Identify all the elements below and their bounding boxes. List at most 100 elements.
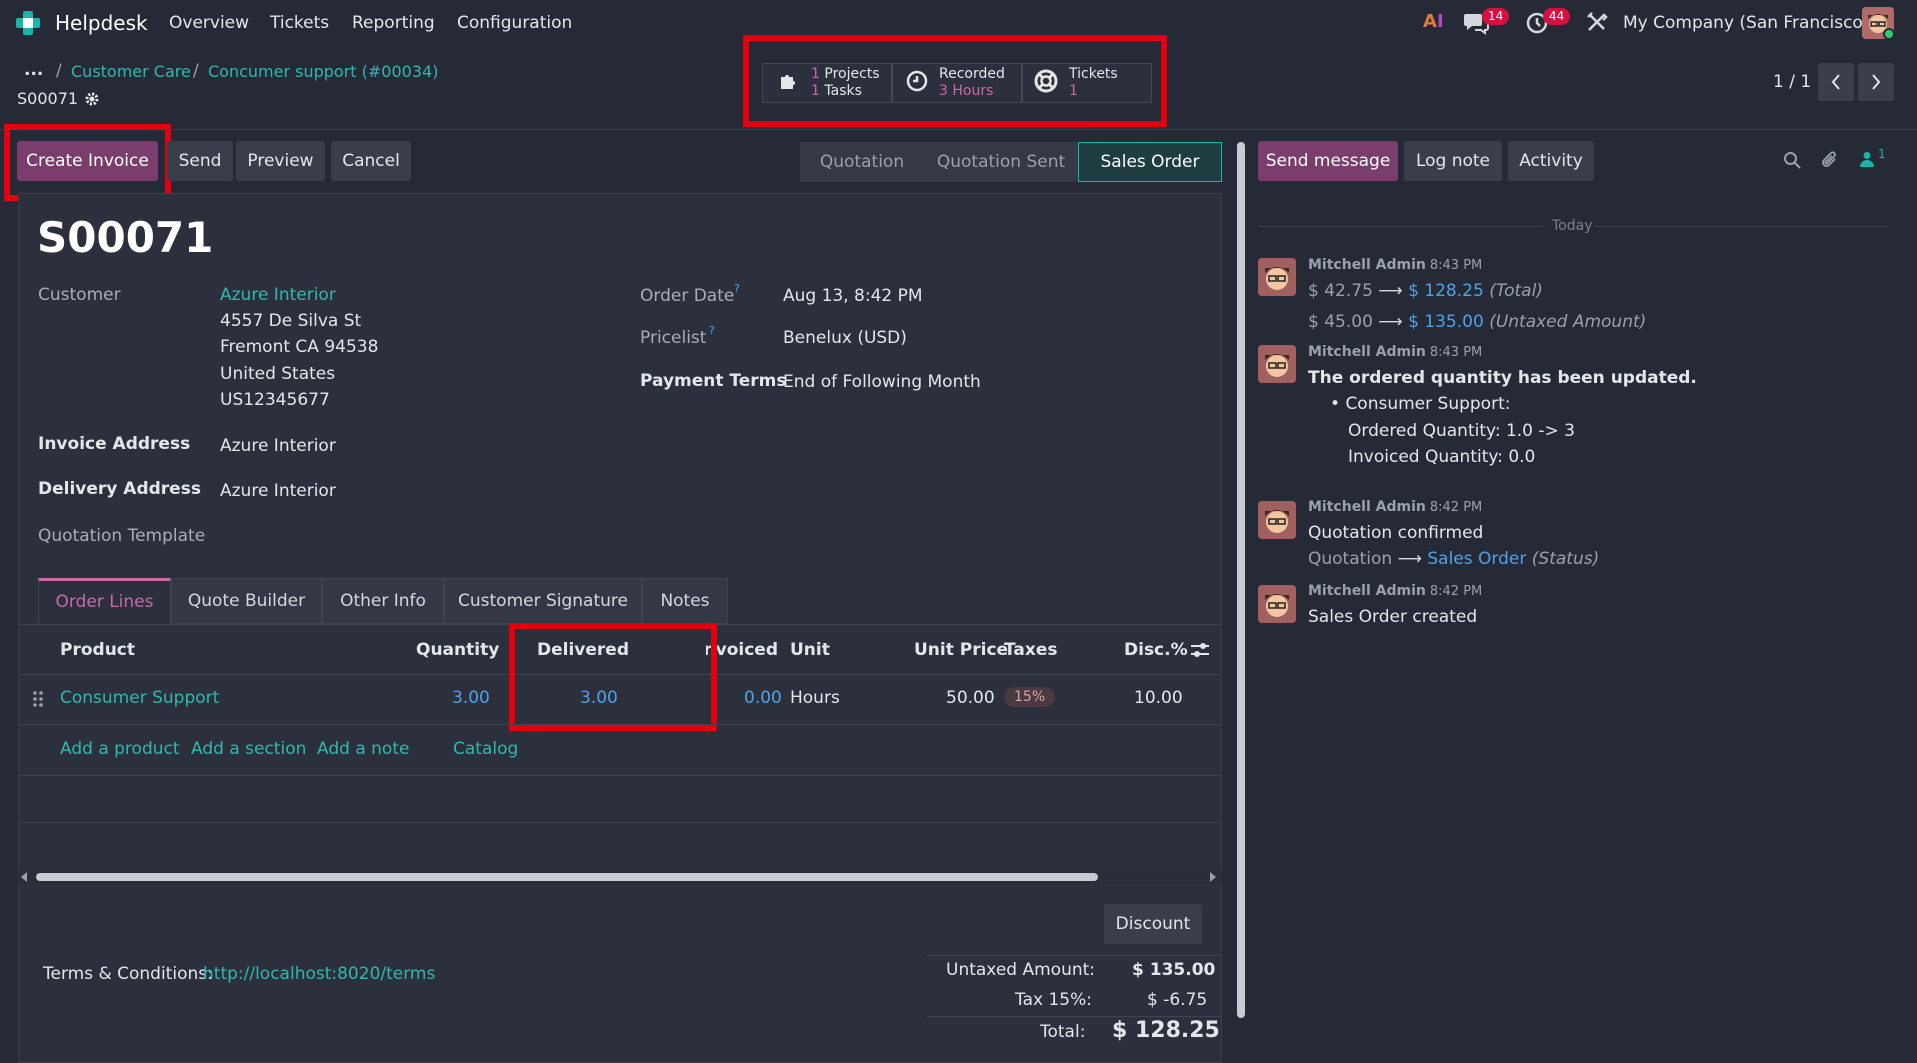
send-message-button[interactable]: Send message — [1258, 141, 1398, 181]
order-date-value[interactable]: Aug 13, 8:42 PM — [783, 286, 923, 306]
followers-count[interactable]: 1 — [1878, 147, 1886, 161]
payment-terms-value[interactable]: End of Following Month — [783, 372, 981, 392]
total-label: Total: — [1040, 1022, 1086, 1042]
tracking-change: $ 42.75 ⟶ $ 128.25 (Total) — [1308, 281, 1543, 301]
send-button[interactable]: Send — [167, 141, 233, 181]
discount-button[interactable]: Discount — [1104, 904, 1202, 944]
messages-badge: 14 — [1482, 8, 1510, 25]
pricelist-value[interactable]: Benelux (USD) — [783, 328, 907, 348]
message-time: 8:42 PM — [1429, 584, 1483, 599]
message-title: The ordered quantity has been updated. — [1308, 368, 1697, 388]
terms-link[interactable]: http://localhost:8020/terms — [203, 964, 435, 984]
preview-button[interactable]: Preview — [236, 141, 325, 181]
breadcrumb-customer-care[interactable]: Customer Care — [71, 62, 191, 81]
chevron-left-icon — [1831, 74, 1840, 90]
scrollbar-thumb[interactable] — [36, 873, 1098, 881]
column-taxes[interactable]: Taxes — [1004, 640, 1058, 660]
tab-order-lines[interactable]: Order Lines — [38, 578, 171, 624]
message-time: 8:43 PM — [1429, 345, 1483, 360]
column-unit[interactable]: Unit — [790, 640, 830, 660]
menu-overview[interactable]: Overview — [169, 13, 249, 33]
breadcrumb-ellipsis[interactable]: ... — [24, 60, 43, 80]
gear-icon[interactable] — [84, 91, 100, 112]
tax-badge[interactable]: 15% — [1004, 687, 1056, 707]
add-note-link[interactable]: Add a note — [317, 739, 409, 759]
paperclip-icon[interactable] — [1820, 150, 1840, 175]
activity-button[interactable]: Activity — [1508, 141, 1594, 181]
search-icon[interactable] — [1783, 151, 1801, 174]
tax-label: Tax 15%: — [1015, 990, 1092, 1010]
app-name[interactable]: Helpdesk — [55, 11, 148, 35]
add-product-link[interactable]: Add a product — [60, 739, 180, 759]
log-note-button[interactable]: Log note — [1404, 141, 1502, 181]
breadcrumb-ticket[interactable]: Concumer support (#00034) — [208, 62, 438, 81]
message-body: Sales Order created — [1308, 607, 1478, 627]
column-unit-price[interactable]: Unit Price — [914, 640, 1008, 660]
scroll-right-arrow[interactable] — [1210, 872, 1216, 882]
menu-configuration[interactable]: Configuration — [457, 13, 572, 33]
cancel-button[interactable]: Cancel — [331, 141, 411, 181]
menu-tickets[interactable]: Tickets — [270, 13, 329, 33]
invoice-address-value[interactable]: Azure Interior — [220, 436, 336, 456]
cell-invoiced[interactable]: 0.00 — [744, 688, 782, 708]
ai-icon[interactable]: AI — [1423, 11, 1444, 32]
column-product[interactable]: Product — [60, 640, 135, 660]
highlight-box-smart-buttons — [743, 35, 1167, 127]
vertical-scrollbar[interactable] — [1236, 140, 1246, 1020]
catalog-link[interactable]: Catalog — [453, 739, 518, 759]
avatar[interactable] — [1258, 258, 1296, 296]
cell-product[interactable]: Consumer Support — [60, 688, 219, 708]
message-line: Invoiced Quantity: 0.0 — [1348, 447, 1536, 467]
followers-icon[interactable] — [1860, 151, 1874, 172]
row-divider — [18, 822, 1222, 823]
avatar[interactable] — [1258, 345, 1296, 383]
breadcrumb-separator: / — [56, 61, 62, 81]
column-discount[interactable]: Disc.% — [1124, 640, 1188, 660]
pager-previous-button[interactable] — [1818, 63, 1854, 101]
tools-icon[interactable] — [1586, 11, 1608, 38]
message-author[interactable]: Mitchell Admin 8:43 PM — [1308, 344, 1482, 360]
totals-divider — [927, 955, 1222, 956]
cell-unit[interactable]: Hours — [790, 688, 840, 708]
status-quotation[interactable]: Quotation — [800, 142, 924, 182]
status-quotation-sent[interactable]: Quotation Sent — [924, 142, 1078, 182]
cell-quantity[interactable]: 3.00 — [452, 688, 490, 708]
tab-quote-builder[interactable]: Quote Builder — [171, 578, 322, 624]
message-body: Quotation confirmed — [1308, 523, 1484, 543]
menu-reporting[interactable]: Reporting — [352, 13, 435, 33]
tab-notes[interactable]: Notes — [642, 578, 728, 624]
tab-customer-signature[interactable]: Customer Signature — [444, 578, 642, 624]
vertical-scrollbar-thumb[interactable] — [1237, 142, 1245, 1018]
help-mark[interactable]: ? — [709, 324, 715, 337]
cell-discount[interactable]: 10.00 — [1134, 688, 1183, 708]
customer-link[interactable]: Azure Interior — [220, 285, 336, 305]
avatar[interactable] — [1258, 585, 1296, 623]
arrow-right-icon: ⟶ — [1397, 549, 1422, 569]
message-author[interactable]: Mitchell Admin 8:42 PM — [1308, 499, 1482, 515]
column-quantity[interactable]: Quantity — [416, 640, 499, 660]
customer-address-line: United States — [220, 364, 336, 384]
payment-terms-label: Payment Terms — [640, 371, 787, 391]
cell-unit-price[interactable]: 50.00 — [946, 688, 995, 708]
scroll-left-arrow[interactable] — [21, 872, 27, 882]
pager-value[interactable]: 1 / 1 — [1773, 72, 1811, 92]
highlight-box-delivered — [509, 623, 717, 731]
optional-columns-icon[interactable] — [1190, 641, 1210, 664]
status-sales-order[interactable]: Sales Order — [1078, 142, 1222, 182]
delivery-address-value[interactable]: Azure Interior — [220, 481, 336, 501]
avatar[interactable] — [1258, 501, 1296, 539]
helpdesk-app-icon[interactable] — [14, 10, 42, 36]
tab-other-info[interactable]: Other Info — [322, 578, 444, 624]
message-author[interactable]: Mitchell Admin 8:42 PM — [1308, 583, 1482, 599]
message-author[interactable]: Mitchell Admin 8:43 PM — [1308, 257, 1482, 273]
pager-next-button[interactable] — [1858, 63, 1894, 101]
add-section-link[interactable]: Add a section — [191, 739, 306, 759]
delivery-address-label: Delivery Address — [38, 479, 201, 499]
row-divider — [18, 724, 1222, 725]
horizontal-scrollbar[interactable] — [18, 870, 1222, 884]
drag-handle-icon[interactable] — [32, 690, 44, 713]
help-mark[interactable]: ? — [734, 282, 740, 295]
untaxed-amount-label: Untaxed Amount: — [946, 960, 1096, 980]
tracking-change: Quotation ⟶ Sales Order (Status) — [1308, 549, 1600, 569]
company-switcher[interactable]: My Company (San Francisco) — [1623, 13, 1869, 33]
